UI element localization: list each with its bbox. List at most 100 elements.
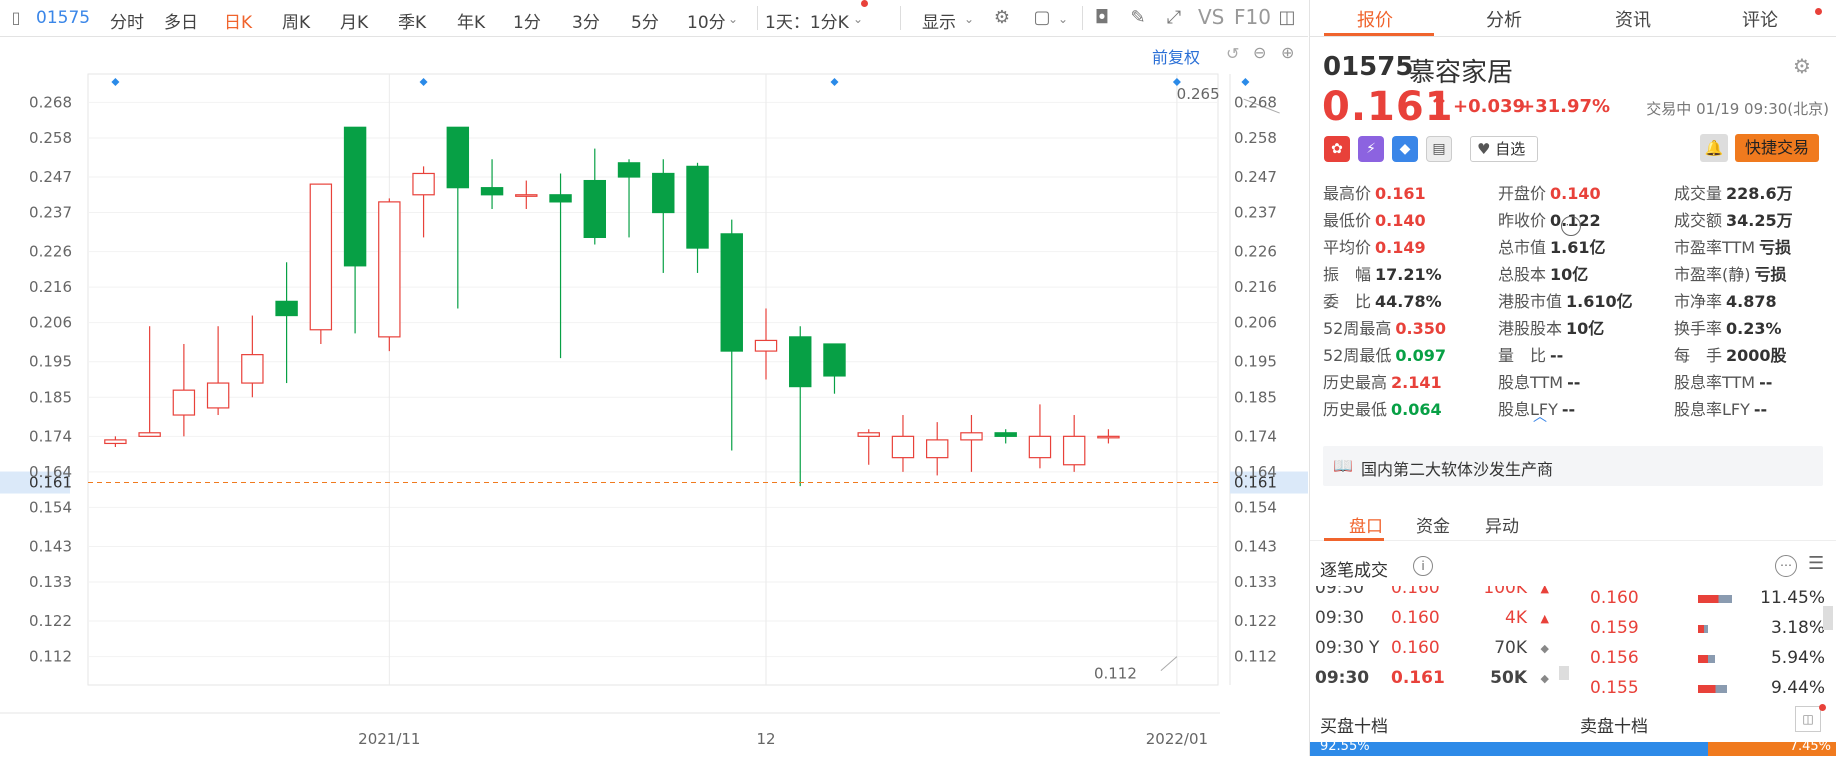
trade-price: 0.161 <box>1391 668 1445 688</box>
panel-tab[interactable]: 分析 <box>1486 6 1522 32</box>
box-select-icon[interactable]: ▢ <box>1030 6 1054 30</box>
pre-adjust-button[interactable]: 前复权 <box>1152 44 1200 68</box>
zoom-in-icon[interactable]: ⊕ <box>1281 43 1294 62</box>
y-tick-left: 0.174 <box>29 427 72 445</box>
stat-item: 昨收价 0.122 <box>1498 207 1601 231</box>
y-tick-left: 0.164 <box>29 463 72 481</box>
vs-compare-button[interactable]: VS <box>1198 5 1224 29</box>
period-tab[interactable]: 日K <box>224 8 252 33</box>
book-row: 0.159 3.18% <box>1570 618 1836 646</box>
buy-ratio-bar: 92.55% <box>1310 739 1708 756</box>
list-view-icon[interactable]: ☰ <box>1808 553 1824 574</box>
book-pct: 5.94% <box>1770 648 1825 668</box>
period-tab[interactable]: 季K <box>398 8 426 33</box>
sub-tab[interactable]: 盘口 <box>1349 512 1383 537</box>
candle-body <box>412 172 435 196</box>
sub-tab[interactable]: 异动 <box>1485 512 1519 537</box>
stat-item: 股息率TTM -- <box>1674 369 1772 393</box>
display-menu-button[interactable]: 显示 <box>922 8 956 33</box>
candle <box>446 126 470 309</box>
active-tab-indicator <box>1324 33 1434 36</box>
company-description[interactable]: 📖 国内第二大软体沙发生产商 <box>1323 446 1823 486</box>
company-description-text: 国内第二大软体沙发生产商 <box>1361 460 1554 479</box>
trade-volume: 70K <box>1494 638 1527 658</box>
sub-tabs: 盘口 资金 异动 <box>1310 504 1836 541</box>
stat-label: 股息TTM <box>1498 373 1564 392</box>
candle-body <box>1062 435 1086 466</box>
quote-panel: 报价 分析 资讯 评论 01575 慕容家居 ⚙ 0.161 ↑ +0.039 +31… <box>1309 0 1836 756</box>
chevron-down-icon[interactable]: ⌄ <box>853 12 863 26</box>
candle-body <box>583 179 607 239</box>
event-marker-icon[interactable] <box>419 78 428 86</box>
stat-value: 亏损 <box>1759 238 1792 257</box>
book-icon: 📖 <box>1333 456 1353 475</box>
candle-body <box>1097 435 1120 439</box>
period-tab[interactable]: 年K <box>457 8 485 33</box>
y-tick-right: 0.174 <box>1234 427 1277 445</box>
sub-tab[interactable]: 资金 <box>1416 512 1450 537</box>
bookmark-icon[interactable]: ▤ <box>1426 136 1452 162</box>
split-view-icon[interactable]: ◫ <box>1795 706 1821 732</box>
book-scrollbar[interactable] <box>1823 606 1833 630</box>
candle <box>823 343 846 394</box>
event-marker-icon[interactable] <box>111 78 120 86</box>
chevron-down-icon[interactable]: ⌄ <box>1058 12 1068 26</box>
stat-item: 历史最高 2.141 <box>1323 369 1442 393</box>
stat-item: 市净率 4.878 <box>1674 288 1777 312</box>
interval-select[interactable]: 1天：1分K <box>765 8 849 33</box>
panel-tab[interactable]: 报价 <box>1357 6 1393 32</box>
period-tab[interactable]: 10分 <box>687 8 726 33</box>
panel-toggle-icon[interactable]: ◫ <box>1275 6 1299 30</box>
period-tab[interactable]: 分时 <box>110 8 144 33</box>
period-tab[interactable]: 1分 <box>513 8 541 33</box>
camera-icon[interactable]: ◘ <box>1090 6 1114 30</box>
panel-tab[interactable]: 评论 <box>1742 6 1778 32</box>
add-watchlist-button[interactable]: ♥ 自选 <box>1470 136 1538 162</box>
lightning-badge-icon[interactable]: ⚡ <box>1358 136 1384 162</box>
f10-button[interactable]: F10 <box>1234 5 1271 29</box>
settings-gear-icon[interactable]: ⚙ <box>990 6 1014 30</box>
period-tab[interactable]: 多日 <box>164 8 198 33</box>
more-options-icon[interactable]: ⋯ <box>1775 555 1797 577</box>
stock-code-label[interactable]: 01575 <box>36 8 90 28</box>
fullscreen-icon[interactable]: ⤢ <box>1162 6 1186 30</box>
candlestick-chart[interactable]: 0.161 0.161 0.265 0.112 0.268 0.268 0.258 0.25… <box>0 36 1353 756</box>
collapse-chevron-icon[interactable]: ︿ <box>1533 406 1547 426</box>
panel-tab[interactable]: 资讯 <box>1615 6 1651 32</box>
chevron-down-icon[interactable]: ⌄ <box>728 12 738 26</box>
stat-value: 17.21% <box>1375 265 1442 284</box>
pencil-icon[interactable]: ✎ <box>1126 6 1150 30</box>
settings-gear-icon[interactable]: ⚙ <box>1793 54 1811 78</box>
trade-price: 0.160 <box>1391 638 1440 658</box>
candle <box>515 180 538 209</box>
y-tick-right: 0.122 <box>1234 612 1277 630</box>
candle-body <box>343 126 367 267</box>
period-tab[interactable]: 周K <box>282 8 310 33</box>
period-tab[interactable]: 5分 <box>631 8 659 33</box>
stat-value: 0.064 <box>1391 400 1442 419</box>
stat-label: 历史最低 <box>1323 400 1388 419</box>
trade-row: 09:30 0.160 100K ▲ <box>1315 586 1565 606</box>
stat-value: 0.23% <box>1726 319 1782 338</box>
candle <box>789 326 812 487</box>
stat-label: 历史最高 <box>1323 373 1388 392</box>
event-marker-icon[interactable] <box>830 78 839 86</box>
sidebar-toggle-icon[interactable]: ▯ <box>4 6 28 30</box>
bell-icon[interactable]: 🔔 <box>1700 134 1728 162</box>
period-tab[interactable]: 月K <box>340 8 368 33</box>
more-info-icon[interactable]: ⋯ <box>1561 216 1581 236</box>
info-icon[interactable]: i <box>1413 556 1433 576</box>
period-tab[interactable]: 3分 <box>572 8 600 33</box>
stat-item: 平均价 0.149 <box>1323 234 1426 258</box>
candle <box>960 415 983 472</box>
chevron-down-icon[interactable]: ⌄ <box>964 12 974 26</box>
event-marker-icon[interactable] <box>1241 78 1250 86</box>
trades-scrollbar[interactable] <box>1559 666 1569 680</box>
stat-label: 每 手 <box>1674 346 1723 365</box>
candle <box>172 343 196 437</box>
zoom-out-icon[interactable]: ⊖ <box>1253 43 1266 62</box>
reset-icon[interactable]: ↺ <box>1226 44 1239 63</box>
extreme-pointer <box>1160 656 1178 671</box>
tag-badge-icon[interactable]: ◆ <box>1392 136 1418 162</box>
fast-trade-button[interactable]: 快捷交易 <box>1735 134 1819 162</box>
